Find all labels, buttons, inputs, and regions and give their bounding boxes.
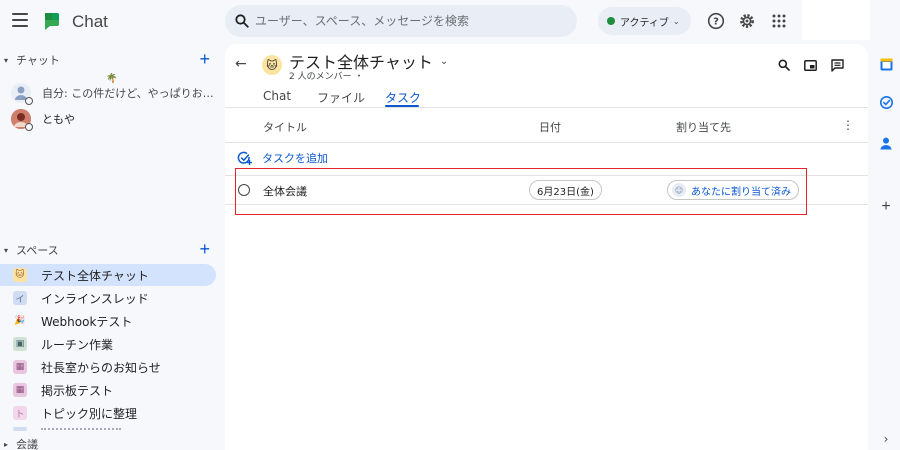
member-count[interactable]: 2 人のメンバー ・ <box>289 69 363 82</box>
spaces-section-label: スペース <box>16 244 59 257</box>
chat-section-header[interactable]: ▾ チャット + <box>4 49 214 70</box>
building-emoji-icon: ▦ <box>13 360 27 374</box>
space-item-cut-off <box>13 427 27 431</box>
app-name: Chat <box>72 12 108 31</box>
highlight-annotation-box <box>235 168 807 215</box>
status-selector[interactable]: アクティブ ⌄ <box>598 7 691 35</box>
column-header-title[interactable]: タイトル <box>263 119 307 135</box>
add-task-label: タスクを追加 <box>262 152 328 165</box>
space-item-webhook[interactable]: 🎉 Webhookテスト <box>0 310 216 332</box>
building-emoji-icon: ▦ <box>13 383 27 397</box>
svg-text:?: ? <box>713 17 719 28</box>
add-task-button[interactable]: タスクを追加 <box>237 150 328 166</box>
main-menu-icon[interactable] <box>12 13 28 27</box>
space-letter-icon: ト <box>13 406 27 420</box>
sidebar: ▾ チャット + 自分: この件だけど、やっぱりお願い... 🌴 ともや ▾ ス… <box>0 44 222 450</box>
avatar <box>11 83 33 105</box>
top-bar: Chat アクティブ ⌄ ? <box>0 0 900 44</box>
dm-name: ともや <box>42 113 75 126</box>
space-label: 掲示板テスト <box>41 383 114 398</box>
calendar-icon[interactable] <box>879 57 893 71</box>
add-addon-plus-icon[interactable]: + <box>879 198 893 215</box>
contacts-icon[interactable] <box>879 136 893 150</box>
meetings-section-label: 会議 <box>16 438 38 450</box>
new-space-plus-icon[interactable]: + <box>199 239 210 260</box>
meetings-section-header[interactable]: ▸ 会議 <box>4 434 214 450</box>
column-header-date[interactable]: 日付 <box>539 119 561 135</box>
back-arrow-icon[interactable]: ← <box>235 56 247 72</box>
space-label: インラインスレッド <box>41 291 149 306</box>
search-input[interactable] <box>255 14 555 28</box>
presence-indicator <box>25 97 33 105</box>
space-label: Webhookテスト <box>41 314 133 329</box>
chat-logo-icon <box>45 13 59 30</box>
add-task-icon <box>237 151 252 165</box>
tasks-icon[interactable] <box>879 95 893 109</box>
space-label: 社長室からのお知らせ <box>41 360 161 375</box>
space-item-routine[interactable]: ▣ ルーチン作業 <box>0 333 216 355</box>
tab-files[interactable]: ファイル <box>317 89 365 106</box>
space-item-president-news[interactable]: ▦ 社長室からのお知らせ <box>0 356 216 378</box>
dm-item-tomoya[interactable]: ともや <box>0 106 216 132</box>
header-divider <box>225 142 868 143</box>
space-item-cut-off-label <box>41 428 121 430</box>
tab-tasks[interactable]: タスク <box>385 89 421 106</box>
new-chat-plus-icon[interactable]: + <box>199 49 210 70</box>
cat-emoji-icon: 🐱 <box>262 55 282 75</box>
chevron-down-icon: ⌄ <box>439 55 449 67</box>
picture-in-picture-icon[interactable] <box>802 57 818 73</box>
main-panel: ← 🐱 テスト全体チャット ⌄ 2 人のメンバー ・ Chat ファイル タスク… <box>225 44 868 450</box>
chevron-down-icon: ⌄ <box>672 16 680 26</box>
space-item-all-chat[interactable]: 🐱 テスト全体チャット <box>0 264 216 286</box>
space-item-topics[interactable]: ト トピック別に整理 <box>0 402 216 424</box>
space-letter-icon: イ <box>13 291 27 305</box>
help-icon[interactable]: ? <box>706 11 726 31</box>
collapse-triangle-icon: ▾ <box>4 55 9 65</box>
column-header-assignee[interactable]: 割り当て先 <box>676 119 731 135</box>
thread-panel-icon[interactable] <box>829 57 845 73</box>
space-label: テスト全体チャット <box>41 268 149 283</box>
more-options-icon[interactable]: ⋮ <box>842 118 854 132</box>
palm-tree-icon: 🌴 <box>106 74 118 84</box>
space-item-board-test[interactable]: ▦ 掲示板テスト <box>0 379 216 401</box>
tab-divider <box>225 107 868 108</box>
right-rail: + › <box>870 44 900 450</box>
status-label: アクティブ <box>620 17 669 29</box>
apps-grid-icon[interactable] <box>769 11 789 31</box>
avatar <box>11 109 33 131</box>
dm-item-self[interactable]: 自分: この件だけど、やっぱりお願い... 🌴 <box>0 74 216 106</box>
account-area[interactable] <box>802 0 870 40</box>
calendar-emoji-icon: ▣ <box>13 337 27 351</box>
dm-preview: 自分: この件だけど、やっぱりお願い... <box>42 87 216 100</box>
party-popper-icon: 🎉 <box>14 316 26 326</box>
space-item-inline-thread[interactable]: イ インラインスレッド <box>0 287 216 309</box>
search-in-room-icon[interactable] <box>776 57 792 73</box>
space-label: トピック別に整理 <box>41 406 138 421</box>
expand-triangle-icon: ▸ <box>4 439 9 449</box>
spaces-section-header[interactable]: ▾ スペース + <box>4 239 214 260</box>
status-dot <box>607 17 615 25</box>
presence-indicator <box>25 123 33 131</box>
search-icon <box>235 14 249 28</box>
cat-emoji-icon: 🐱 <box>13 268 27 282</box>
chat-section-label: チャット <box>16 54 60 67</box>
space-label: ルーチン作業 <box>41 337 114 352</box>
settings-gear-icon[interactable] <box>737 11 757 31</box>
expand-rail-chevron-icon[interactable]: › <box>879 432 893 446</box>
collapse-triangle-icon: ▾ <box>4 245 9 255</box>
search-bar[interactable] <box>225 5 577 37</box>
tab-chat[interactable]: Chat <box>263 89 291 103</box>
